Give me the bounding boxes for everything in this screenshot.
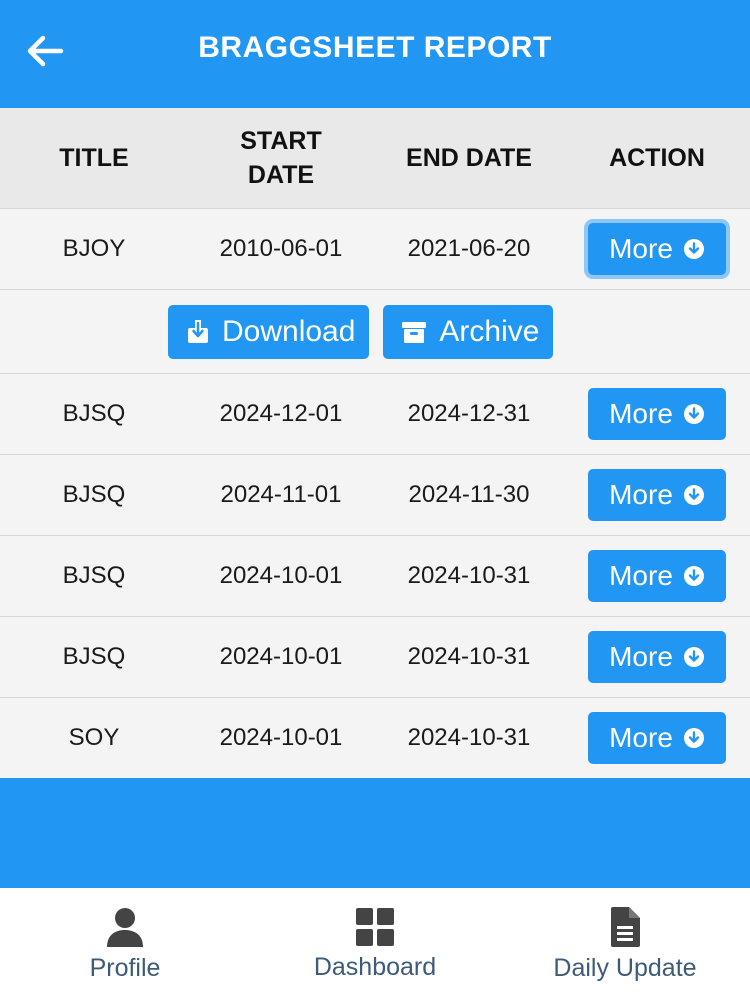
- app-header: BRAGGSHEET REPORT: [0, 0, 750, 108]
- row-title: SOY: [68, 724, 120, 751]
- archive-button[interactable]: Archive: [383, 304, 554, 359]
- row-end-date: 2024-11-30: [408, 481, 530, 508]
- more-button-label: More: [609, 722, 673, 753]
- more-button-label: More: [609, 641, 673, 672]
- circle-arrow-down-icon: [683, 566, 704, 586]
- download-button[interactable]: Download: [168, 304, 370, 359]
- row-start-date: 2024-10-01: [219, 562, 343, 589]
- table-row: SOY 2024-10-01 2024-10-31 More: [0, 697, 750, 778]
- row-start-date: 2024-11-01: [220, 481, 342, 508]
- table-row: BJSQ 2024-10-01 2024-10-31 More: [0, 616, 750, 697]
- nav-item-profile[interactable]: Profile: [0, 888, 250, 1000]
- row-start-date: 2024-10-01: [219, 724, 343, 751]
- row-title: BJSQ: [62, 643, 126, 670]
- row-end-date: 2024-10-31: [407, 562, 531, 589]
- user-icon: [107, 907, 143, 947]
- document-icon: [611, 906, 640, 947]
- row-start-date: 2024-12-01: [219, 400, 343, 427]
- row-end-date: 2024-10-31: [407, 643, 531, 670]
- more-button[interactable]: More: [588, 388, 726, 440]
- more-button[interactable]: More: [588, 469, 726, 521]
- nav-item-dashboard[interactable]: Dashboard: [250, 888, 500, 1000]
- more-button[interactable]: More: [588, 631, 726, 683]
- more-button[interactable]: More: [588, 712, 726, 764]
- table-row: BJSQ 2024-10-01 2024-10-31 More: [0, 535, 750, 616]
- column-header-action: ACTION: [609, 144, 705, 172]
- more-button[interactable]: More: [588, 550, 726, 602]
- more-button-label: More: [609, 233, 673, 264]
- arrow-left-icon: [27, 35, 64, 67]
- circle-arrow-down-icon: [683, 404, 704, 424]
- download-button-label: Download: [222, 314, 356, 348]
- more-button-label: More: [609, 560, 673, 591]
- circle-arrow-down-icon: [683, 647, 704, 667]
- expanded-actions-row: Download Archive: [0, 289, 750, 373]
- page-title: BRAGGSHEET REPORT: [198, 31, 552, 64]
- download-icon: [188, 319, 208, 343]
- row-title: BJSQ: [62, 562, 126, 589]
- nav-label-profile: Profile: [89, 953, 161, 982]
- row-end-date: 2021-06-20: [407, 235, 531, 262]
- more-button[interactable]: More: [588, 223, 726, 275]
- column-header-title: TITLE: [59, 144, 129, 172]
- column-header-start-date: START DATE: [240, 127, 322, 189]
- row-title: BJSQ: [62, 400, 126, 427]
- table-row: BJSQ 2024-11-01 2024-11-30 More: [0, 454, 750, 535]
- row-start-date: 2024-10-01: [219, 643, 343, 670]
- row-start-date: 2010-06-01: [219, 235, 343, 262]
- row-title: BJSQ: [62, 481, 126, 508]
- more-button-label: More: [609, 479, 673, 510]
- nav-item-daily-update[interactable]: Daily Update: [500, 888, 750, 1000]
- bottom-nav: Profile Dashboard Daily Update: [0, 888, 750, 1000]
- archive-button-label: Archive: [439, 314, 540, 348]
- table-row: BJSQ 2024-12-01 2024-12-31 More: [0, 373, 750, 454]
- circle-arrow-down-icon: [683, 239, 704, 259]
- grid-icon: [356, 907, 394, 946]
- more-button-label: More: [609, 398, 673, 429]
- row-end-date: 2024-10-31: [407, 724, 531, 751]
- nav-label-daily-update: Daily Update: [553, 953, 697, 982]
- table-row: BJOY 2010-06-01 2021-06-20 More: [0, 208, 750, 289]
- report-table: TITLE START DATE END DATE ACTION BJOY 20…: [0, 108, 750, 778]
- row-title: BJOY: [62, 235, 126, 262]
- table-header: TITLE START DATE END DATE ACTION: [0, 108, 750, 208]
- nav-label-dashboard: Dashboard: [313, 952, 437, 981]
- row-end-date: 2024-12-31: [407, 400, 531, 427]
- circle-arrow-down-icon: [683, 485, 704, 505]
- back-button[interactable]: [24, 30, 66, 72]
- circle-arrow-down-icon: [683, 728, 704, 748]
- content-background: [0, 782, 750, 888]
- archive-icon: [402, 321, 427, 343]
- column-header-end-date: END DATE: [406, 144, 532, 172]
